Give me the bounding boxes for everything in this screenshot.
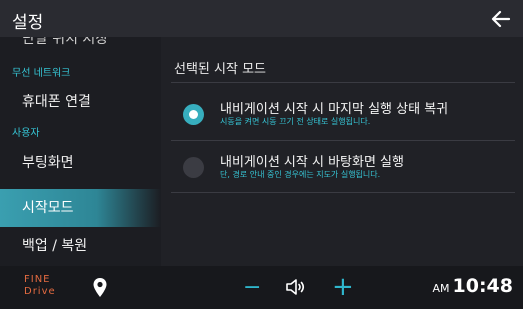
clock-ampm: AM bbox=[432, 282, 450, 295]
map-pin-icon[interactable] bbox=[92, 277, 108, 299]
main-panel: 선택된 시작 모드 내비게이션 시작 시 마지막 실행 상태 복귀 시동을 켜면… bbox=[161, 37, 523, 266]
logo-line2: Drive bbox=[24, 286, 56, 297]
option-resume-last[interactable]: 내비게이션 시작 시 마지막 실행 상태 복귀 시동을 켜면 시동 끄기 전 상… bbox=[161, 90, 523, 138]
page-title: 설정 bbox=[12, 13, 44, 33]
divider bbox=[171, 82, 515, 83]
arrow-left-icon[interactable] bbox=[489, 7, 513, 31]
divider bbox=[171, 192, 515, 193]
option-desc: 시동을 켜면 시동 끄기 전 상태로 실행됩니다. bbox=[220, 117, 371, 126]
sidebar-item-boot-screen[interactable]: 부팅화면 bbox=[0, 147, 161, 179]
sidebar-item-start-mode[interactable]: 시작모드 bbox=[0, 189, 161, 227]
clock: AM 10:48 bbox=[433, 275, 514, 297]
volume-down-button[interactable]: − bbox=[243, 275, 261, 300]
section-title: 선택된 시작 모드 bbox=[174, 62, 266, 77]
option-desc: 단, 경로 안내 중인 경우에는 지도가 실행됩니다. bbox=[220, 170, 381, 179]
option-title: 내비게이션 시작 시 마지막 실행 상태 복귀 bbox=[220, 102, 449, 117]
sidebar-item-backup-restore[interactable]: 백업 / 복원 bbox=[0, 231, 161, 261]
sidebar-item-phone-connect[interactable]: 휴대폰 연결 bbox=[0, 87, 161, 117]
sidebar-item-cut[interactable]: 단말 위치 저장 bbox=[0, 37, 161, 49]
option-home-screen[interactable]: 내비게이션 시작 시 바탕화면 실행 단, 경로 안내 중인 경우에는 지도가 … bbox=[161, 143, 523, 191]
speaker-icon[interactable] bbox=[284, 276, 306, 298]
sidebar: 단말 위치 저장 무선 네트워크 휴대폰 연결 사용자 부팅화면 시작모드 백업… bbox=[0, 37, 161, 266]
radio-selected[interactable] bbox=[183, 104, 204, 125]
logo-line1: FINE bbox=[24, 274, 51, 285]
sidebar-section-user: 사용자 bbox=[12, 128, 40, 139]
clock-time: 10:48 bbox=[452, 275, 513, 297]
option-title: 내비게이션 시작 시 바탕화면 실행 bbox=[220, 155, 404, 170]
bottom-bar: FINE Drive − + AM 10:48 bbox=[0, 266, 523, 309]
fine-drive-logo: FINE Drive bbox=[24, 274, 64, 298]
sidebar-section-wireless: 무선 네트워크 bbox=[12, 68, 71, 79]
divider bbox=[171, 140, 515, 141]
header-bar: 설정 bbox=[0, 0, 523, 37]
radio-unselected[interactable] bbox=[183, 157, 204, 178]
volume-up-button[interactable]: + bbox=[332, 272, 354, 302]
